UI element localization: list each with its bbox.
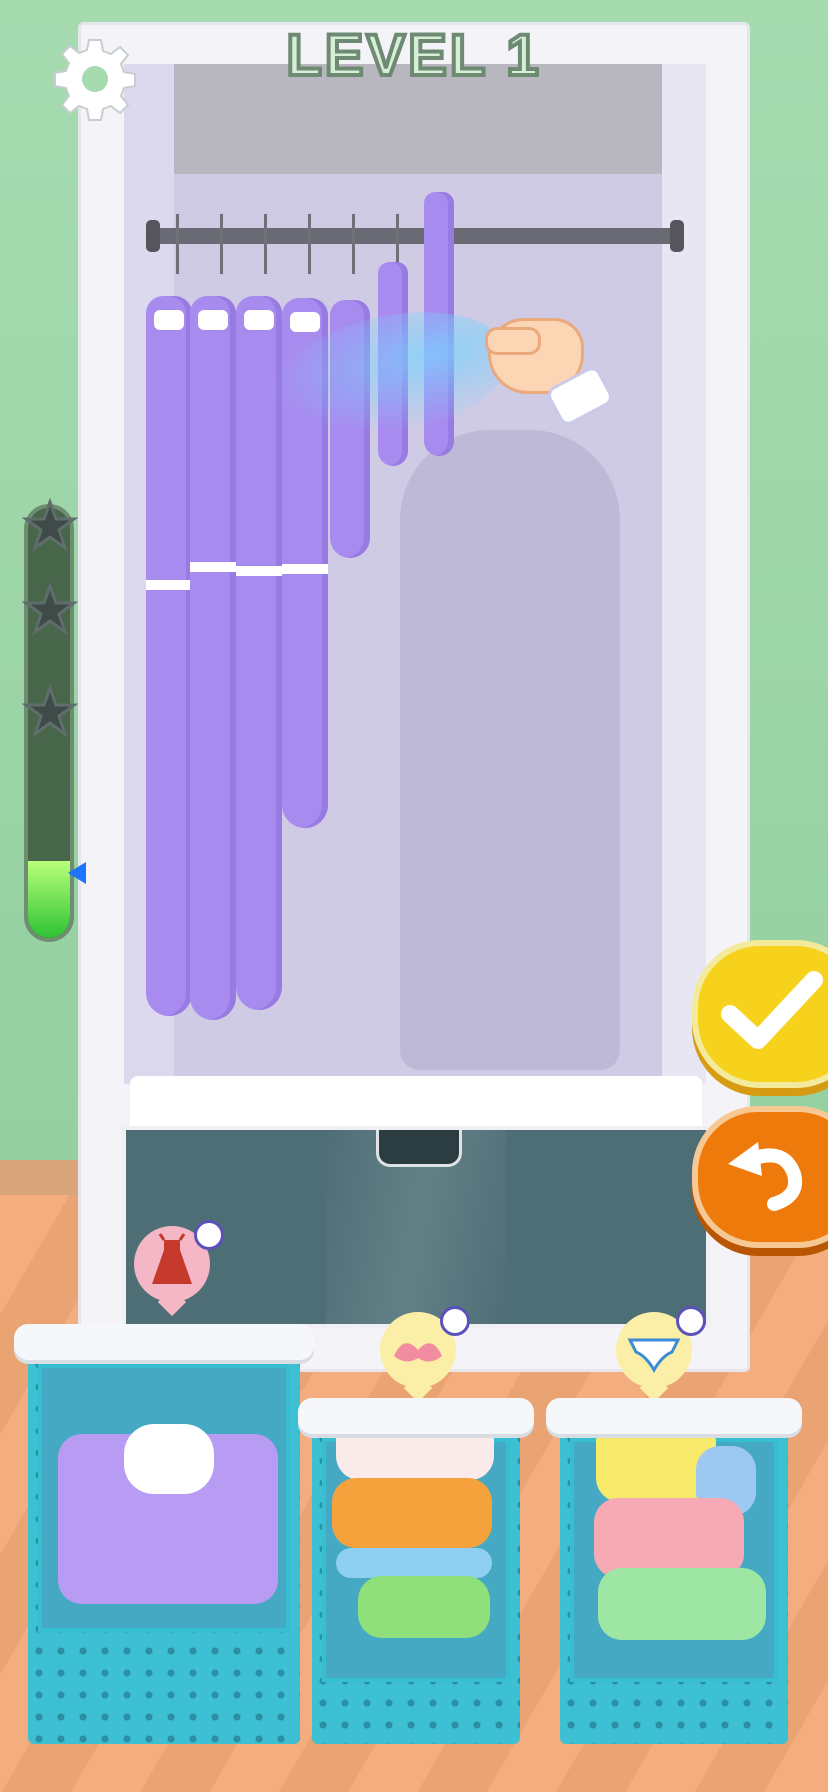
rod-bracket-left [146,220,160,252]
category-badge-dress [134,1220,224,1317]
bra-blue[interactable] [336,1548,492,1578]
underwear-green[interactable] [598,1568,766,1640]
star-icon [21,497,79,554]
hanger-icon [194,1220,224,1250]
clothes-shadow [400,430,620,1070]
tutorial-pointing-hand [485,318,616,429]
hanger-hook [308,214,311,274]
hanging-dress[interactable] [146,296,192,1016]
dress-collar [244,310,274,330]
wardrobe-right-wall [662,64,706,1084]
gear-icon [54,39,136,121]
dress-waistband [236,566,282,576]
hanging-dress[interactable] [190,296,236,1020]
dress-waistband [146,580,192,590]
hanger-hook [220,214,223,274]
dress-collar [290,312,320,332]
hand-finger [485,327,541,355]
bra-green[interactable] [358,1576,490,1638]
category-badge-bra [380,1306,470,1403]
dress-waistband [190,562,236,572]
undo-button[interactable] [692,1106,828,1248]
rod-bracket-right [670,220,684,252]
star-icon [21,683,79,740]
star-icon [21,581,79,638]
hanger-hook [264,214,267,274]
category-badge-underwear [616,1306,706,1403]
progress-marker [68,862,86,884]
progress-fill [28,860,70,938]
drawer-handle[interactable] [376,1130,462,1167]
dress-collar [154,310,184,330]
basket-rim [546,1398,802,1434]
underwear-pink[interactable] [594,1498,744,1578]
basket-rim [14,1324,314,1360]
folded-icon [440,1306,470,1336]
hanging-rod [148,228,682,244]
checkmark-icon [721,971,823,1049]
hanger-hook [176,214,179,274]
undo-arrow-icon [728,1142,802,1211]
wardrobe-shelf [130,1076,702,1128]
dress-waistband [282,564,328,574]
basket-rim [298,1398,534,1434]
folded-icon [676,1306,706,1336]
settings-button[interactable] [50,34,140,124]
hanger-hook [352,214,355,274]
confirm-button[interactable] [692,940,828,1088]
bra-orange[interactable] [332,1478,492,1548]
dress-collar [198,310,228,330]
basket-underwear[interactable] [546,1398,802,1744]
folded-dress-collar [124,1424,214,1494]
basket-bras[interactable] [298,1398,534,1744]
basket-dresses[interactable] [14,1324,314,1744]
